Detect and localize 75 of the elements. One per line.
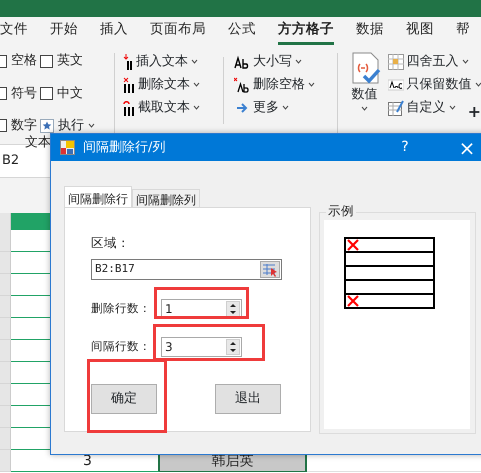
checkbox[interactable] [40, 54, 53, 68]
caret-icon [448, 105, 456, 110]
help-button[interactable]: ? [395, 137, 415, 158]
letter-case-icon [234, 54, 250, 70]
ribbon-command[interactable]: 截取文本 [123, 98, 223, 117]
ribbon-tab[interactable]: 视图 [406, 17, 434, 45]
caret-icon [474, 82, 481, 87]
ribbon-command[interactable]: 自定义 [388, 98, 468, 117]
app-icon [60, 140, 75, 155]
spin-arrows-icon [226, 338, 240, 355]
ribbon-command[interactable]: 删除文本 [123, 75, 223, 94]
extract-text-icon [123, 100, 135, 116]
caret-icon [282, 105, 289, 110]
ribbon-tab[interactable]: 页面布局 [150, 17, 206, 45]
row-header[interactable] [0, 428, 11, 450]
checkbox-label: 数字 [11, 116, 37, 135]
close-button[interactable]: × [457, 138, 477, 158]
delete-text-icon [123, 76, 135, 92]
letters-icon [388, 76, 404, 92]
ribbon-tab[interactable]: 帮 [456, 17, 470, 45]
range-field[interactable]: B2:B17 [91, 258, 282, 280]
ribbon-tab[interactable]: 文件 [0, 17, 28, 45]
table-pen-icon [388, 100, 404, 116]
number-spinner[interactable]: 3 [161, 336, 242, 357]
range-picker-icon [260, 260, 280, 278]
exit-button[interactable]: 退出 [215, 384, 281, 414]
field-label: 删除行数： [91, 300, 152, 318]
run-button[interactable]: 执行 [58, 116, 95, 136]
ribbon-command[interactable]: 大小写 [234, 52, 329, 71]
caret-icon [88, 123, 95, 128]
ribbon-tab[interactable]: 开始 [50, 17, 78, 45]
ribbon-command[interactable]: 删除空格 [234, 75, 329, 94]
caret-icon [193, 105, 200, 110]
checkbox-label: 空格 [11, 52, 37, 70]
caret-icon [193, 82, 200, 87]
ribbon-tab[interactable]: 公式 [228, 17, 256, 45]
caret-icon [308, 82, 315, 87]
name-box[interactable]: B2 [2, 151, 20, 171]
row-header[interactable] [0, 296, 11, 318]
row-header[interactable] [0, 230, 11, 252]
dialog-tab[interactable]: 间隔删除行 [64, 186, 132, 208]
row-header[interactable] [0, 362, 11, 384]
row-header[interactable] [0, 340, 11, 362]
insert-text-icon [123, 54, 133, 70]
delete-space-icon [234, 76, 250, 92]
ribbon-command[interactable]: 四舍五入 [388, 52, 468, 71]
checkbox-label: 英文 [57, 52, 83, 70]
corner-cell[interactable] [0, 213, 11, 230]
number-spinner[interactable]: 1 [161, 298, 242, 319]
ribbon-command[interactable]: 插入文本 [123, 52, 223, 71]
row-header[interactable] [0, 252, 11, 274]
row-header[interactable] [0, 450, 11, 472]
caret-icon [462, 59, 469, 64]
group-label: 文本 [25, 134, 51, 152]
add-button[interactable]: + [468, 104, 481, 120]
row-header[interactable] [0, 406, 11, 428]
row-header[interactable] [0, 274, 11, 296]
field-label: 间隔行数： [91, 338, 152, 356]
checkbox[interactable] [40, 86, 53, 100]
caret-icon [361, 106, 368, 110]
caret-icon [294, 59, 302, 64]
row-header[interactable] [0, 318, 11, 340]
checkbox-label: 符号 [11, 84, 37, 103]
checkbox-label: 中文 [57, 84, 83, 103]
ok-button[interactable]: 确定 [91, 384, 157, 414]
dialog-tab[interactable]: 间隔删除列 [132, 189, 200, 207]
spin-arrows-icon [226, 300, 240, 317]
table-icon [388, 54, 404, 70]
dialog-title: 间隔删除行/列 [83, 138, 166, 157]
ribbon-command[interactable]: 更多 [234, 98, 329, 117]
ribbon-tab[interactable]: 插入 [100, 17, 128, 45]
row-header[interactable] [0, 384, 11, 406]
caret-icon [191, 59, 198, 64]
ribbon-tab[interactable]: 数据 [356, 17, 384, 45]
field-label: 区域： [91, 234, 130, 250]
